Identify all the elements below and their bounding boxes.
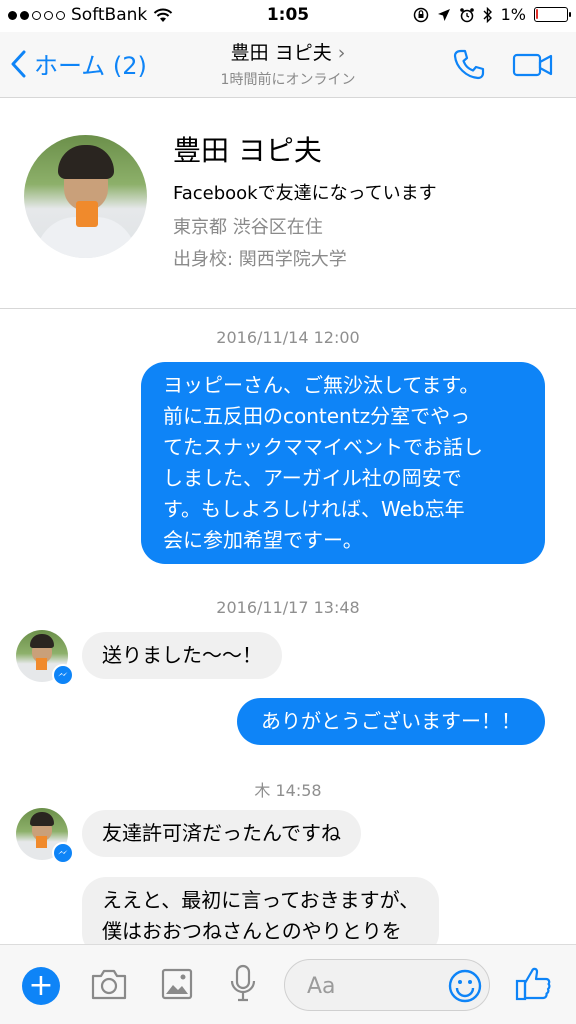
message-line: ヨッピーさん、ご無沙汰してます。 xyxy=(163,373,480,397)
voice-button[interactable] xyxy=(228,963,258,1007)
video-camera-icon xyxy=(512,53,553,77)
message-timestamp: 木 14:58 xyxy=(254,781,322,800)
image-icon xyxy=(161,968,193,1000)
conversation-header: ホーム (2) 豊田 ヨピ夫 › 1時間前にオンライン xyxy=(0,32,576,98)
battery-icon xyxy=(534,7,571,22)
sender-avatar[interactable] xyxy=(16,808,74,864)
message-line: 前に五反田のcontentz分室でやっ xyxy=(163,404,471,428)
plus-icon[interactable]: + xyxy=(22,967,60,1005)
smiley-icon xyxy=(448,969,482,1003)
message-line: す。もしよろしければ、Web忘年 xyxy=(163,497,465,521)
video-call-button[interactable] xyxy=(512,52,554,82)
thumbs-up-icon xyxy=(515,967,551,1001)
incoming-message[interactable]: 送りました〜〜！ xyxy=(82,632,282,679)
message-line: 僕はおおつねさんとのやりとりを xyxy=(102,919,402,943)
message-line: しました、アーガイル社の岡安で xyxy=(163,466,462,490)
profile-school: 出身校: 関西学院大学 xyxy=(173,249,347,270)
call-button[interactable] xyxy=(452,48,486,86)
message-timestamp: 2016/11/17 13:48 xyxy=(216,598,360,617)
contact-title-button[interactable]: 豊田 ヨピ夫 › 1時間前にオンライン xyxy=(168,38,408,89)
message-composer: + Aa xyxy=(0,944,576,1024)
camera-button[interactable] xyxy=(90,967,128,1005)
contact-profile-card: 豊田 ヨピ夫 Facebookで友達になっています 東京都 渋谷区在住 出身校:… xyxy=(0,99,576,309)
battery-percent: 1% xyxy=(500,5,526,24)
outgoing-message[interactable]: ありがとうございますー！！ xyxy=(237,698,545,745)
status-right: 1% xyxy=(413,5,571,24)
friend-status: Facebookで友達になっています xyxy=(173,183,437,204)
message-line: てたスナックママイベントでお話し xyxy=(163,435,483,459)
bluetooth-icon xyxy=(483,6,492,23)
profile-name: 豊田 ヨピ夫 xyxy=(173,134,322,167)
messenger-icon xyxy=(52,664,74,686)
chevron-right-icon: › xyxy=(337,42,346,64)
back-label: ホーム (2) xyxy=(34,52,147,80)
microphone-icon xyxy=(230,964,256,1002)
sender-avatar[interactable] xyxy=(16,630,74,686)
outgoing-message[interactable]: ヨッピーさん、ご無沙汰してます。 前に五反田のcontentz分室でやっ てたス… xyxy=(141,362,545,564)
status-bar: SoftBank 1:05 1% xyxy=(0,0,576,32)
messenger-icon xyxy=(52,842,74,864)
like-button[interactable] xyxy=(514,963,552,1007)
profile-location: 東京都 渋谷区在住 xyxy=(173,217,323,238)
camera-icon xyxy=(91,969,127,1000)
message-input[interactable]: Aa xyxy=(284,959,490,1011)
alarm-icon xyxy=(459,7,474,22)
contact-avatar[interactable] xyxy=(24,135,147,258)
location-icon xyxy=(437,8,450,21)
contact-name: 豊田 ヨピ夫 xyxy=(230,42,332,64)
message-line: ええと、最初に言っておきますが、 xyxy=(102,888,420,912)
incoming-message[interactable]: 友達許可済だったんですね xyxy=(82,810,361,857)
online-status: 1時間前にオンライン xyxy=(220,72,356,88)
rotation-lock-icon xyxy=(413,7,428,22)
gallery-button[interactable] xyxy=(160,967,194,1005)
chevron-left-icon xyxy=(11,50,26,77)
back-button[interactable]: ホーム (2) xyxy=(10,46,147,81)
message-line: 会に参加希望ですー。 xyxy=(163,528,363,552)
emoji-button[interactable] xyxy=(447,968,483,1008)
phone-icon xyxy=(453,49,485,80)
message-input-placeholder: Aa xyxy=(307,974,336,999)
message-timestamp: 2016/11/14 12:00 xyxy=(216,328,360,347)
battery-level xyxy=(536,9,538,19)
